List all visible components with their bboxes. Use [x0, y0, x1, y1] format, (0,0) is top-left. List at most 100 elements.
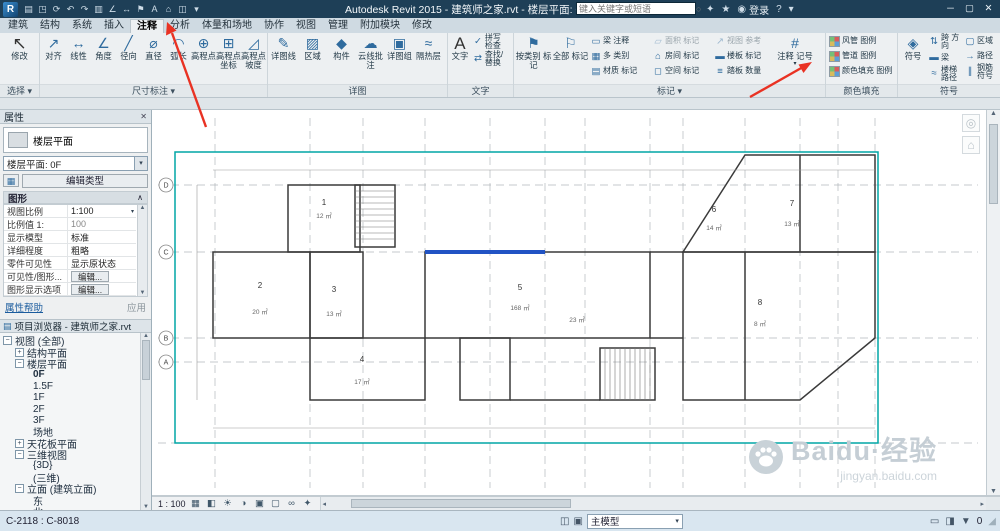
rebar-symbol-button[interactable]: ∥ 钢筋 符号: [963, 63, 999, 81]
tab-insert[interactable]: 插入: [98, 19, 130, 33]
section-icon[interactable]: ◫: [177, 4, 188, 15]
dim-linear-button[interactable]: ↔ 线性: [66, 34, 91, 84]
detail-group-button[interactable]: ▣ 详图组: [385, 34, 414, 84]
project-browser-header[interactable]: ▤ 项目浏览器 - 建筑师之家.rvt: [0, 319, 151, 333]
dim-radial-button[interactable]: ╱ 径向: [116, 34, 141, 84]
filter-icon[interactable]: ▼: [961, 516, 971, 527]
revit-app-menu-button[interactable]: R: [3, 1, 18, 17]
scroll-right-icon[interactable]: ▸: [980, 500, 984, 508]
save-icon[interactable]: ◳: [37, 4, 48, 15]
resize-grip-icon[interactable]: ◢: [988, 516, 996, 527]
properties-scrollbar[interactable]: ▲ ▼: [137, 205, 147, 296]
crop-view-icon[interactable]: ▣: [254, 498, 266, 509]
reveal-hidden-icon[interactable]: ✦: [302, 498, 314, 509]
search-icon[interactable]: ○: [696, 4, 701, 14]
customize-qat-icon[interactable]: ▾: [191, 4, 202, 15]
properties-header[interactable]: 属性 ✕: [0, 110, 151, 124]
tree-item-3f[interactable]: 3F: [0, 415, 139, 426]
tree-item-1-5f[interactable]: 1.5F: [0, 381, 139, 392]
path-symbol-button[interactable]: → 路径: [963, 49, 999, 64]
tab-manage[interactable]: 管理: [322, 19, 354, 33]
close-icon[interactable]: ✕: [140, 112, 147, 121]
design-options-icon[interactable]: ▣: [573, 516, 582, 527]
floor-plan[interactable]: D C B A 112 ㎡ 220 ㎡ 313 ㎡ 417 ㎡ 5168 ㎡ 2…: [152, 110, 986, 496]
spot-coordinate-button[interactable]: ⊞ 高程点 坐标: [216, 34, 241, 84]
beam-annotation-button[interactable]: ▭ 梁 注释: [589, 34, 651, 49]
crop-region-icon[interactable]: ▢: [270, 498, 282, 509]
editable-only-icon[interactable]: ▭: [930, 516, 939, 527]
sun-path-icon[interactable]: ☀: [222, 498, 234, 509]
keynote-button[interactable]: # 注释 记号 ▾: [775, 34, 815, 84]
stair-path-button[interactable]: ≈ 楼梯 路径: [927, 65, 963, 83]
multi-category-tag-button[interactable]: ▦ 多 类别: [589, 49, 651, 64]
collapse-icon[interactable]: −: [15, 450, 24, 460]
tree-item-views[interactable]: − 视图 (全部): [0, 335, 139, 348]
measure-icon[interactable]: ∠: [107, 4, 118, 15]
tab-addins[interactable]: 附加模块: [354, 19, 406, 33]
text-qat-icon[interactable]: A: [149, 4, 160, 15]
prop-value[interactable]: 1:100: [68, 206, 131, 216]
mask-icon[interactable]: ◨: [945, 516, 954, 527]
undo-icon[interactable]: ↶: [65, 4, 76, 15]
span-direction-button[interactable]: ⇅ 跨 方向: [927, 33, 963, 51]
redo-icon[interactable]: ↷: [79, 4, 90, 15]
tab-massing-site[interactable]: 体量和场地: [196, 19, 258, 33]
scroll-down-icon[interactable]: ▼: [138, 290, 147, 296]
collapse-icon[interactable]: −: [15, 484, 24, 494]
chevron-down-icon[interactable]: ▾: [131, 208, 136, 215]
zoom-tool-icon[interactable]: ⌂: [962, 136, 980, 154]
tag-all-button[interactable]: ⚐ 全部 标记: [552, 34, 589, 84]
tree-item-floor-plans[interactable]: − 楼层平面: [0, 358, 139, 371]
spot-slope-button[interactable]: ◿ 高程点 坡度: [241, 34, 266, 84]
dim-diameter-button[interactable]: ⌀ 直径: [141, 34, 166, 84]
type-selector[interactable]: 楼层平面: [3, 127, 148, 153]
minimize-button[interactable]: ─: [941, 1, 960, 17]
edit-button[interactable]: 编辑...: [71, 283, 110, 295]
view-scale-button[interactable]: 1 : 100: [158, 499, 186, 509]
maximize-button[interactable]: ▢: [960, 1, 979, 17]
dim-aligned-button[interactable]: ↗ 对齐: [41, 34, 66, 84]
steering-wheel-icon[interactable]: ◎: [962, 114, 980, 132]
prop-value[interactable]: 粗略: [68, 244, 136, 257]
print-icon[interactable]: ▥: [93, 4, 104, 15]
beam-symbol-button[interactable]: ▬ 梁: [927, 51, 963, 66]
tab-collaborate[interactable]: 协作: [258, 19, 290, 33]
tab-view[interactable]: 视图: [290, 19, 322, 33]
panel-label-select[interactable]: 选择 ▾: [0, 84, 39, 97]
prop-value[interactable]: 显示原状态: [68, 257, 136, 270]
tread-number-button[interactable]: ≡ 踏板 数量: [713, 64, 775, 79]
tab-architecture[interactable]: 建筑: [2, 19, 34, 33]
detail-line-button[interactable]: ✎ 详图线: [269, 34, 298, 84]
scrollbar-thumb[interactable]: [989, 124, 998, 204]
graphics-section-header[interactable]: 图形 ∧: [3, 191, 148, 205]
room-tag-button[interactable]: ⌂ 房间 标记: [651, 49, 713, 64]
tab-annotate[interactable]: 注释: [130, 19, 164, 33]
floor-tag-button[interactable]: ▬ 楼板 标记: [713, 49, 775, 64]
tab-structure[interactable]: 结构: [34, 19, 66, 33]
tree-item-1f[interactable]: 1F: [0, 392, 139, 403]
horizontal-scrollbar[interactable]: ◂ ▸: [319, 497, 986, 510]
text-button[interactable]: A 文字: [449, 34, 471, 84]
tag-by-category-button[interactable]: ⚑ 按类别 标记: [515, 34, 552, 84]
tree-item-structural-plans[interactable]: + 结构平面: [0, 346, 139, 360]
scroll-left-icon[interactable]: ◂: [323, 500, 327, 508]
tree-item-0f[interactable]: 0F: [0, 369, 139, 380]
vertical-scrollbar[interactable]: ▲ ▼: [986, 110, 1000, 495]
tag-qat-icon[interactable]: ⚑: [135, 4, 146, 15]
temporary-hide-icon[interactable]: ∞: [286, 498, 298, 509]
tree-item-3d[interactable]: {3D}: [0, 460, 139, 471]
worksets-icon[interactable]: ◫: [560, 516, 569, 527]
apply-button[interactable]: 应用: [127, 300, 146, 314]
tree-item-elevations[interactable]: − 立面 (建筑立面): [0, 483, 139, 496]
collapse-icon[interactable]: ∧: [137, 193, 143, 202]
detail-level-icon[interactable]: ▦: [190, 498, 202, 509]
filled-region-button[interactable]: ▨ 区域: [298, 34, 327, 84]
help-icon[interactable]: ?: [776, 4, 782, 15]
spot-elevation-button[interactable]: ⊕ 高程点: [191, 34, 216, 84]
scroll-up-icon[interactable]: ▲: [987, 110, 1000, 117]
tab-systems[interactable]: 系统: [66, 19, 98, 33]
area-symbol-button[interactable]: ▢ 区域: [963, 34, 999, 49]
tree-item-2f[interactable]: 2F: [0, 403, 139, 415]
tab-analyze[interactable]: 分析: [164, 19, 196, 33]
spelling-button[interactable]: ✓ 拼写 检查: [471, 33, 512, 51]
